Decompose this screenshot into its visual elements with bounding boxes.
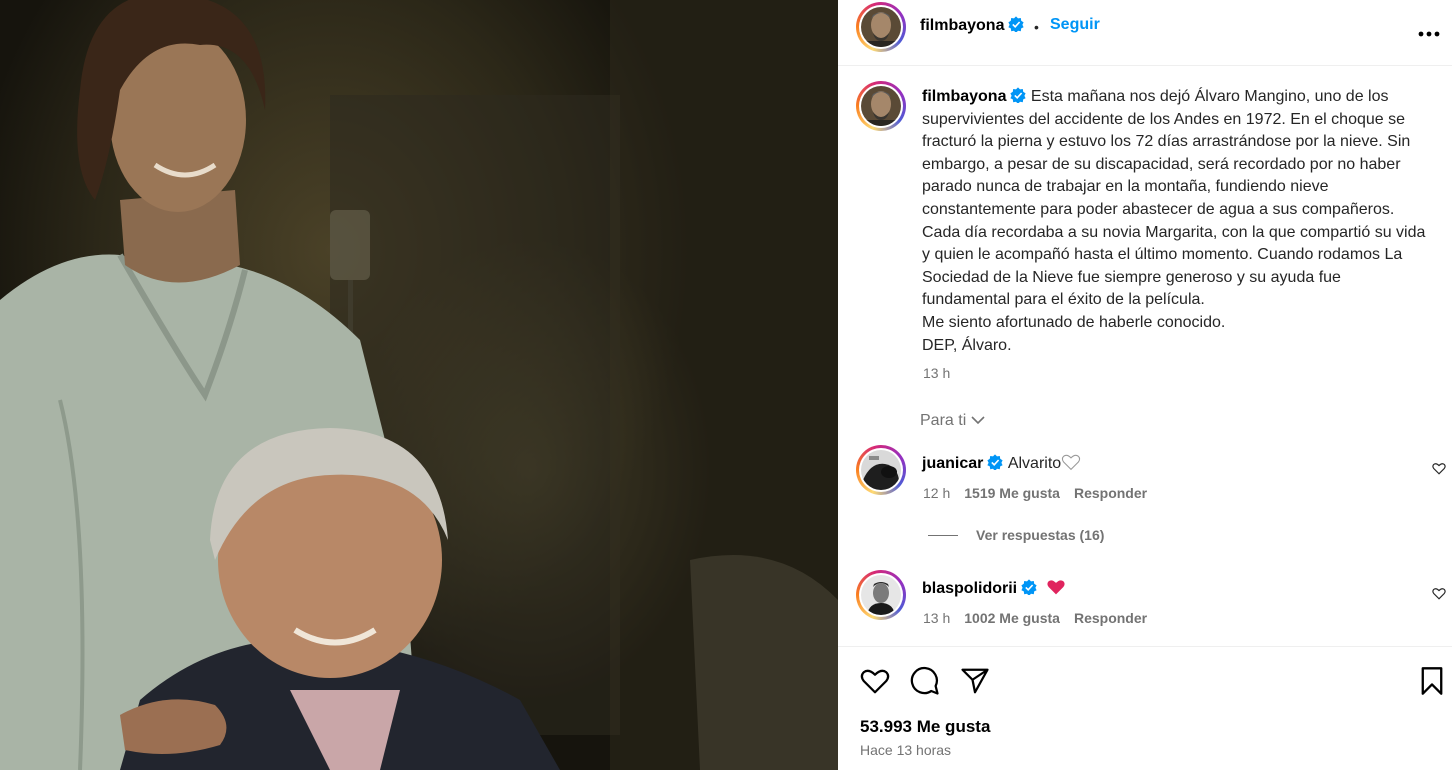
comment-avatar-image [861,450,901,490]
comment-time[interactable]: 12 h [923,485,950,501]
post-actions-bar: 53.993 Me gusta Hace 13 horas [838,646,1452,770]
caption-avatar[interactable] [856,81,906,131]
caption-username[interactable]: filmbayona [922,88,1006,105]
replies-divider-line [928,535,958,536]
verified-badge-icon [1010,87,1027,103]
follow-button[interactable]: Seguir [1050,16,1100,34]
reply-button[interactable]: Responder [1074,485,1147,501]
comment-icon[interactable] [910,666,940,701]
share-icon[interactable] [960,667,990,700]
comment-meta: 12 h 1519 Me gusta Responder [923,485,1161,501]
view-replies-button[interactable]: Ver respuestas (16) [928,527,1104,543]
heart-icon[interactable] [860,667,890,700]
comment-like-heart-icon[interactable] [1432,587,1446,605]
caption-line-2: Me siento afortunado de haberle conocido… [922,313,1226,331]
author-username[interactable]: filmbayona [920,16,1025,35]
post-header: filmbayona • Seguir [838,0,1452,66]
verified-badge-icon [1021,579,1037,595]
comment-avatar-blaspolidorii[interactable] [856,570,906,620]
post-side-panel: filmbayona • Seguir filmbayona Esta maña… [838,0,1452,770]
comment-text: Alvarito [1007,455,1062,472]
author-avatar[interactable] [856,2,906,52]
white-heart-icon [1062,454,1081,471]
comment-avatar-ring [856,570,906,620]
caption-text: Esta mañana nos dejó Álvaro Mangino, uno… [922,88,1426,309]
caption-avatar-image [861,86,901,126]
comment-likes[interactable]: 1519 Me gusta [964,485,1060,501]
comment-avatar-juanicar[interactable] [856,445,906,495]
comment-likes[interactable]: 1002 Me gusta [964,610,1060,626]
comment-username[interactable]: juanicar [922,455,983,472]
like-count[interactable]: 53.993 Me gusta [860,717,990,737]
reply-button[interactable]: Responder [1074,610,1147,626]
caption-timestamp[interactable]: 13 h [923,365,950,381]
verified-badge-icon [987,454,1003,470]
comment-filter-label: Para ti [920,412,967,429]
post-timestamp[interactable]: Hace 13 horas [860,742,951,758]
comment-username[interactable]: blaspolidorii [922,580,1017,597]
comment-user-juanicar[interactable]: juanicar Alvarito [922,453,1081,473]
verified-badge-icon [1008,16,1025,32]
post-caption: filmbayona Esta mañana nos dejó Álvaro M… [922,86,1432,357]
comment-time[interactable]: 13 h [923,610,950,626]
bookmark-icon[interactable] [1420,666,1444,701]
comment-filter-dropdown[interactable]: Para ti [920,412,986,430]
chevron-down-icon [971,416,985,425]
comment-like-heart-icon[interactable] [1432,462,1446,480]
comment-user-blaspolidorii[interactable]: blaspolidorii [922,578,1066,598]
more-options-icon[interactable] [1418,24,1440,42]
caption-line-3: DEP, Álvaro. [922,336,1012,354]
header-separator: • [1034,19,1039,35]
red-heart-icon [1046,580,1065,595]
author-username-text[interactable]: filmbayona [920,17,1004,34]
author-avatar-image [861,7,901,47]
post-photo [0,0,838,770]
comment-avatar-image [861,575,901,615]
view-replies-label: Ver respuestas (16) [976,527,1105,543]
comment-meta: 13 h 1002 Me gusta Responder [923,610,1161,626]
post-photo-illustration [0,0,838,770]
